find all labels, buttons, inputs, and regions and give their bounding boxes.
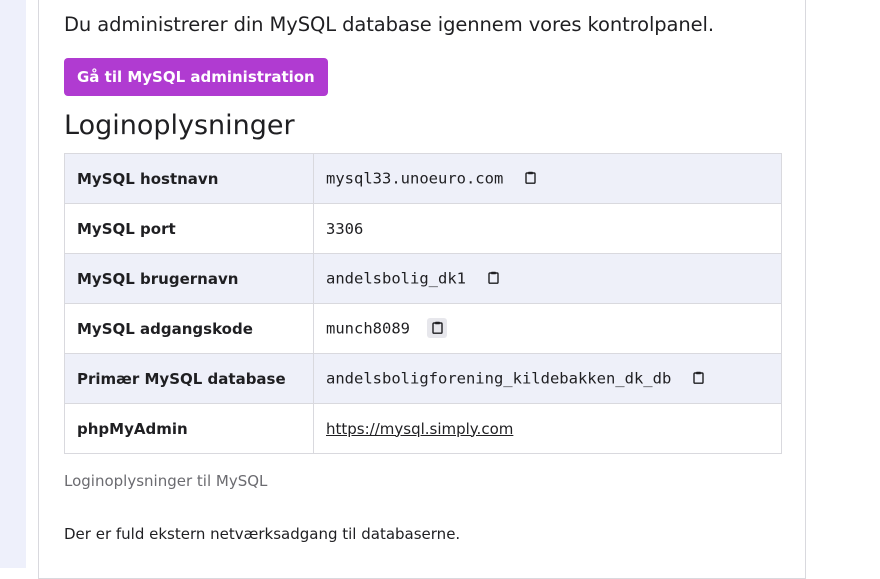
table-row: phpMyAdmin https://mysql.simply.com: [64, 403, 782, 454]
password-value: munch8089: [326, 319, 410, 337]
row-label: Primær MySQL database: [64, 353, 314, 404]
table-caption: Loginoplysninger til MySQL: [64, 472, 268, 490]
intro-text: Du administrerer din MySQL database igen…: [64, 13, 714, 36]
row-label: phpMyAdmin: [64, 403, 314, 454]
username-value: andelsbolig_dk1: [326, 269, 466, 287]
sidebar-edge: [0, 0, 26, 568]
port-value: 3306: [326, 219, 364, 238]
phpmyadmin-link[interactable]: https://mysql.simply.com: [326, 420, 513, 438]
clipboard-icon: [525, 171, 536, 184]
row-label: MySQL brugernavn: [64, 253, 314, 304]
hostname-value: mysql33.unoeuro.com: [326, 169, 504, 187]
table-row: MySQL hostnavn mysql33.unoeuro.com: [64, 153, 782, 204]
row-value-cell: 3306: [313, 203, 782, 254]
clipboard-icon: [432, 321, 443, 334]
row-value-cell: andelsboligforening_kildebakken_dk_db: [313, 353, 782, 404]
table-row: MySQL port 3306: [64, 203, 782, 254]
mysql-admin-button[interactable]: Gå til MySQL administration: [64, 58, 328, 96]
copy-username-button[interactable]: [483, 268, 503, 288]
row-label: MySQL adgangskode: [64, 303, 314, 354]
row-value-cell: https://mysql.simply.com: [313, 403, 782, 454]
copy-password-button[interactable]: [427, 317, 448, 338]
row-value-cell: mysql33.unoeuro.com: [313, 153, 782, 204]
content-card: Du administrerer din MySQL database igen…: [38, 0, 806, 579]
section-title: Loginoplysninger: [64, 110, 295, 141]
table-row: MySQL brugernavn andelsbolig_dk1: [64, 253, 782, 304]
copy-database-button[interactable]: [689, 368, 709, 388]
table-row: MySQL adgangskode munch8089: [64, 303, 782, 354]
copy-hostname-button[interactable]: [521, 168, 541, 188]
table-row: Primær MySQL database andelsboligforenin…: [64, 353, 782, 404]
row-value-cell: munch8089: [313, 303, 782, 354]
row-label: MySQL hostnavn: [64, 153, 314, 204]
network-access-note: Der er fuld ekstern netværksadgang til d…: [64, 525, 461, 543]
clipboard-icon: [488, 271, 499, 284]
database-name-value: andelsboligforening_kildebakken_dk_db: [326, 369, 672, 387]
credentials-table: MySQL hostnavn mysql33.unoeuro.com MySQL…: [64, 153, 782, 454]
row-label: MySQL port: [64, 203, 314, 254]
clipboard-icon: [693, 371, 704, 384]
row-value-cell: andelsbolig_dk1: [313, 253, 782, 304]
